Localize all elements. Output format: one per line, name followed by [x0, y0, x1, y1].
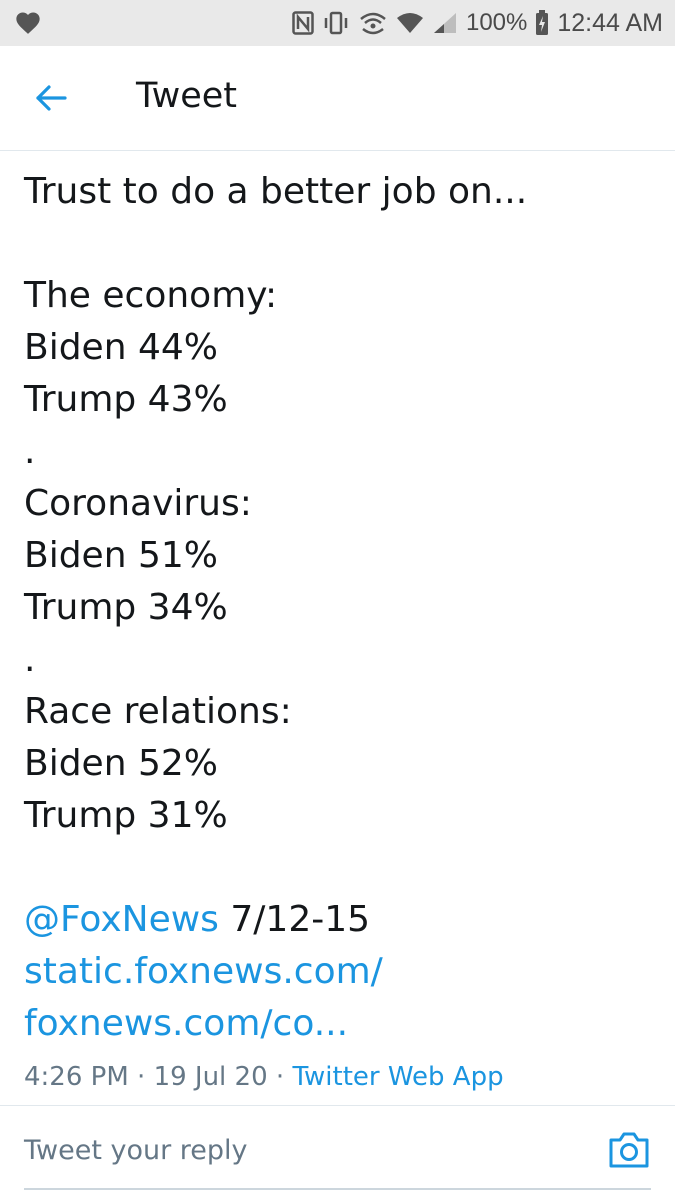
back-button[interactable] [26, 74, 76, 122]
tweet-line: Trump 43% [24, 379, 228, 420]
camera-button[interactable] [607, 1130, 651, 1170]
tweet-line: static.foxnews.com/ [24, 946, 654, 998]
mention-link[interactable]: @FoxNews [24, 899, 219, 940]
tweet-date: 19 Jul 20 [153, 1062, 268, 1092]
url-link-part-1[interactable]: static.foxnews.com/ [24, 951, 383, 992]
status-bar: 100% 12:44 AM [0, 0, 675, 46]
tweet-line [24, 218, 654, 270]
tweet-line: Trump 34% [24, 587, 228, 628]
arrow-left-icon [36, 85, 67, 111]
hotspot-icon [360, 12, 386, 35]
meta-separator: · [267, 1062, 293, 1092]
tweet-line: foxnews.com/co... [24, 998, 654, 1050]
tweet-line [24, 842, 654, 894]
tweet-line: Race relations: [24, 691, 292, 732]
tweet-time: 4:26 PM [24, 1062, 129, 1092]
meta-separator: · [128, 1062, 154, 1092]
tweet-meta: 4:26 PM · 19 Jul 20 · Twitter Web App [24, 1062, 504, 1092]
app-header: Tweet [0, 46, 675, 151]
tweet-line: Trump 31% [24, 795, 228, 836]
page-title: Tweet [136, 76, 238, 116]
status-right: 100% 12:44 AM [292, 0, 663, 46]
tweet-line: Biden 44% [24, 327, 218, 368]
tweet-line: . [24, 639, 36, 680]
reply-underline [24, 1188, 651, 1190]
reply-input[interactable]: Tweet your reply [24, 1128, 584, 1172]
battery-percent: 100% [465, 9, 528, 36]
reply-bar: Tweet your reply [0, 1106, 675, 1200]
tweet-line: . [24, 431, 36, 472]
nfc-icon [292, 11, 314, 35]
wifi-icon [396, 13, 423, 33]
status-time: 12:44 AM [557, 8, 663, 37]
tweet-line: Biden 52% [24, 743, 218, 784]
url-link-part-2[interactable]: foxnews.com/co... [24, 1003, 348, 1044]
tweet-line: Biden 51% [24, 535, 218, 576]
signal-icon [433, 13, 456, 33]
tweet-line: The economy: [24, 275, 278, 316]
vibrate-icon [324, 11, 348, 35]
tweet-line: @FoxNews 7/12-15 [24, 894, 654, 946]
tweet-line: Coronavirus: [24, 483, 252, 524]
tweet-source-link[interactable]: Twitter Web App [292, 1062, 503, 1092]
date-range: 7/12-15 [218, 899, 371, 940]
heart-icon [16, 12, 40, 34]
tweet-text: Trust to do a better job on... The econo… [24, 166, 654, 1050]
battery-charging-icon [536, 10, 549, 35]
tweet-line: Trust to do a better job on... [24, 171, 528, 212]
camera-icon [609, 1132, 649, 1168]
